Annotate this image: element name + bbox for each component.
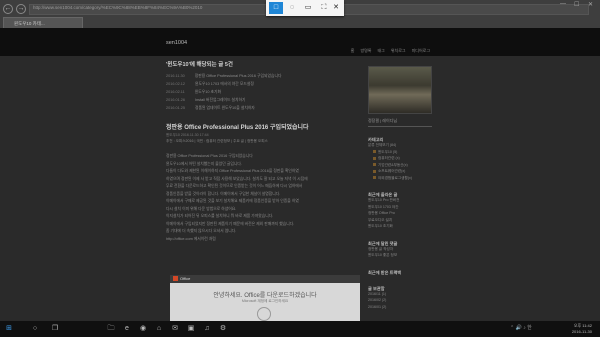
taskbar: ⊞ ○ ❐ 🗀 e ◉ ⌂ ✉ ▣ ♫ ⚙ ⌃ 🔊 ♪ 한 오후 11:42 2016-11-…: [0, 321, 600, 337]
post-body-line: 하였으며 정판된 이제 사 받고 직접 사용해 보았습니다. 설치도 잘 되고 …: [166, 176, 308, 181]
recent-post-title[interactable]: 정판용 Office Professional Plus 2016 구입되었습니…: [195, 74, 282, 78]
rectangle-snip-icon[interactable]: □: [269, 2, 283, 14]
clock[interactable]: 오후 11:42 2016-11-30: [572, 323, 592, 334]
post-body-line: 이메이에서 구입되었지만 정판된 제품이기 떄문에 버전은 제외 판매까지 했습…: [166, 221, 295, 226]
chrome-icon[interactable]: ◉: [138, 324, 148, 334]
settings-icon[interactable]: ⚙: [218, 324, 228, 334]
post-tags: 추천 : 오피스2016 | 국민 : 컴퓨터 관련정보 | 주요 글 | 정판…: [166, 139, 268, 143]
sidebar-recent-item[interactable]: 윈도우10 초기화: [368, 224, 438, 231]
office-screenshot-image: Office 안녕하세요. Office를 다운로드하겠습니다 Microsof…: [170, 275, 360, 321]
task-view-icon[interactable]: ❐: [50, 324, 60, 334]
recent-post-title[interactable]: 윈도우10 1703 에서의 야간 모드설정: [195, 82, 254, 86]
category-list: 분류 전체보기 (84) 윈도우10 (5) 컴퓨터관련 (x) 기업관련&부동산(x…: [368, 143, 438, 182]
profile-name: 정장필 | 레이디님: [368, 118, 398, 123]
post-body-line: 다들이 다도와 제한된 이해이하지 Office Professional Pl…: [166, 169, 299, 173]
music-icon[interactable]: ♫: [202, 324, 212, 334]
post-body-line: 이메이에서 구매로 제공된 것을 보기 설치해요 제품키에 정품인증을 받아 인…: [166, 199, 299, 203]
recent-post-date: 2016.01.25: [166, 106, 186, 110]
archive-list: 2016/11 (1) 2016/02 (2) 2016/01 (2): [368, 292, 438, 312]
top-menu-item[interactable]: 태그: [377, 48, 384, 53]
site-title[interactable]: sen1004: [166, 40, 187, 46]
recent-list: 윈도우10 Pro 판버전 윈도우10 1703 야간 정판용 Office Pro…: [368, 198, 438, 231]
search-icon[interactable]: ○: [30, 324, 40, 334]
recent-post-date: 2016.02.11: [166, 90, 185, 94]
edge-icon[interactable]: e: [122, 324, 132, 334]
post-body-line: http://office.com 에서이런 처럼: [166, 236, 216, 241]
post-meta: 윈도우10 2016.11.30 17:44: [166, 133, 209, 137]
forward-button[interactable]: →: [16, 4, 26, 14]
recent-post-title[interactable]: 윈도우10 초기화: [195, 90, 221, 94]
close-icon[interactable]: ✕: [588, 1, 593, 8]
office-titlebar: Office: [170, 275, 360, 283]
post-body-line: 정판용 Office Professional Plus 2016 구입되었습니…: [166, 154, 253, 158]
web-page: sen1004 홈 방명록 태그 위치로그 미디어로그 '윈도우10'에 해당되는 글 …: [0, 28, 600, 321]
back-button[interactable]: ←: [3, 4, 13, 14]
maximize-icon[interactable]: ☐: [574, 1, 579, 8]
browser-tab[interactable]: 윈도우10 카테...: [3, 17, 83, 28]
snip-close-icon[interactable]: ✕: [329, 2, 343, 14]
system-tray[interactable]: ⌃ 🔊 ♪ 한: [510, 324, 532, 331]
site-banner: sen1004 홈 방명록 태그 위치로그 미디어로그: [0, 28, 600, 56]
main-content: '윈도우10'에 해당되는 글 5건 2016.11.30 정판용 Office …: [166, 60, 356, 244]
top-menu-item[interactable]: 방명록: [360, 48, 371, 53]
trackback-title: 최근에 받은 트랙백: [368, 269, 402, 275]
category-heading: '윈도우10'에 해당되는 글 5건: [166, 62, 233, 68]
snip-toolbar: □ ◌ ▭ ⛶ ✕: [266, 0, 344, 16]
recent-post-date: 2016.11.30: [166, 74, 185, 78]
start-icon[interactable]: ⊞: [4, 324, 14, 334]
post-body-line: 좀 기대에 더 속했지 않으시다 오셔서 엽니다.: [166, 229, 237, 233]
profile-image: [368, 66, 432, 114]
store-icon[interactable]: ⌂: [154, 324, 164, 334]
minimize-icon[interactable]: —: [560, 1, 566, 7]
mail-icon[interactable]: ✉: [170, 324, 180, 334]
recent-post-title[interactable]: 정품된 업데이트 윈도우10을 설치하자: [195, 106, 255, 110]
archive-item[interactable]: 2016/01 (2): [368, 305, 438, 312]
clock-time: 오후 11:42: [573, 323, 592, 328]
recent-post-title[interactable]: Install 버전업그레이드 설치하기: [195, 98, 245, 102]
top-menu: 홈 방명록 태그 위치로그 미디어로그: [345, 48, 430, 54]
top-menu-item[interactable]: 홈: [351, 48, 355, 53]
post-body-line: 다시 설치 이미 위해 다운 방법으로 하셨어요.: [166, 206, 237, 211]
divider: [368, 126, 432, 127]
top-menu-item[interactable]: 미디어로그: [412, 48, 430, 53]
recent-post-row[interactable]: 2016.11.30 정판용 Office Professional Plus 2…: [166, 74, 356, 82]
recent-post-list: 2016.11.30 정판용 Office Professional Plus 2…: [166, 74, 356, 114]
recent-post-row[interactable]: 2016.01.25 정품된 업데이트 윈도우10을 설치하자: [166, 106, 356, 114]
post-body: 정판용 Office Professional Plus 2016 구입되었습니…: [166, 154, 356, 244]
post-body-line: 정품인증을 받을 것이라이 합니다. 이메이에서 구입한 채널이 설명합니다.: [166, 191, 281, 196]
post-body-line: 이지설치가 되어진 뒤 오피스를 설치하니 뭐 바로 제품 가져왔습니다.: [166, 214, 274, 218]
recent-post-date: 2016.02.12: [166, 82, 186, 86]
top-menu-item[interactable]: 위치로그: [391, 48, 406, 53]
sidebar-comment-item[interactable]: 윈도우10 좋은 정보: [368, 253, 438, 260]
sidebar: 정장필 | 레이디님 카테고리 분류 전체보기 (84) 윈도우10 (5) 컴퓨터…: [368, 66, 438, 311]
photos-icon[interactable]: ▣: [186, 324, 196, 334]
user-avatar-icon: [257, 307, 271, 321]
address-url: http://www.sen1004.com/category/%EC%9C%8…: [33, 5, 203, 10]
window-snip-icon[interactable]: ▭: [301, 2, 315, 14]
post-body-line: 무료 전환을 다운로드하고 확인된 것이므로 인증받는 것이 어느 매듭하에 다…: [166, 184, 303, 188]
comments-list: 정판용 글 작성자 윈도우10 좋은 정보: [368, 247, 438, 260]
recent-post-date: 2016.01.26: [166, 98, 186, 102]
freeform-snip-icon[interactable]: ◌: [285, 2, 299, 14]
office-heading: 안녕하세요. Office를 다운로드하겠습니다: [213, 293, 317, 299]
office-subtext: Microsoft 계정에 로그인하세요: [241, 299, 289, 303]
category-item[interactable]: 야외경험블로그생활(x): [368, 176, 438, 183]
file-explorer-icon[interactable]: 🗀: [106, 324, 116, 334]
recent-post-row[interactable]: 2016.01.26 Install 버전업그레이드 설치하기: [166, 98, 356, 106]
recent-post-row[interactable]: 2016.02.11 윈도우10 초기화: [166, 90, 356, 98]
recent-post-row[interactable]: 2016.02.12 윈도우10 1703 에서의 야간 모드설정: [166, 82, 356, 90]
clock-date: 2016-11-30: [571, 328, 592, 334]
post-body-line: 윈도우10에서 어떤 설치했는지 물었던 글입니다.: [166, 161, 242, 166]
office-logo: Office: [173, 276, 190, 281]
post-title[interactable]: 정판용 Office Professional Plus 2016 구입되었습니…: [166, 122, 356, 131]
